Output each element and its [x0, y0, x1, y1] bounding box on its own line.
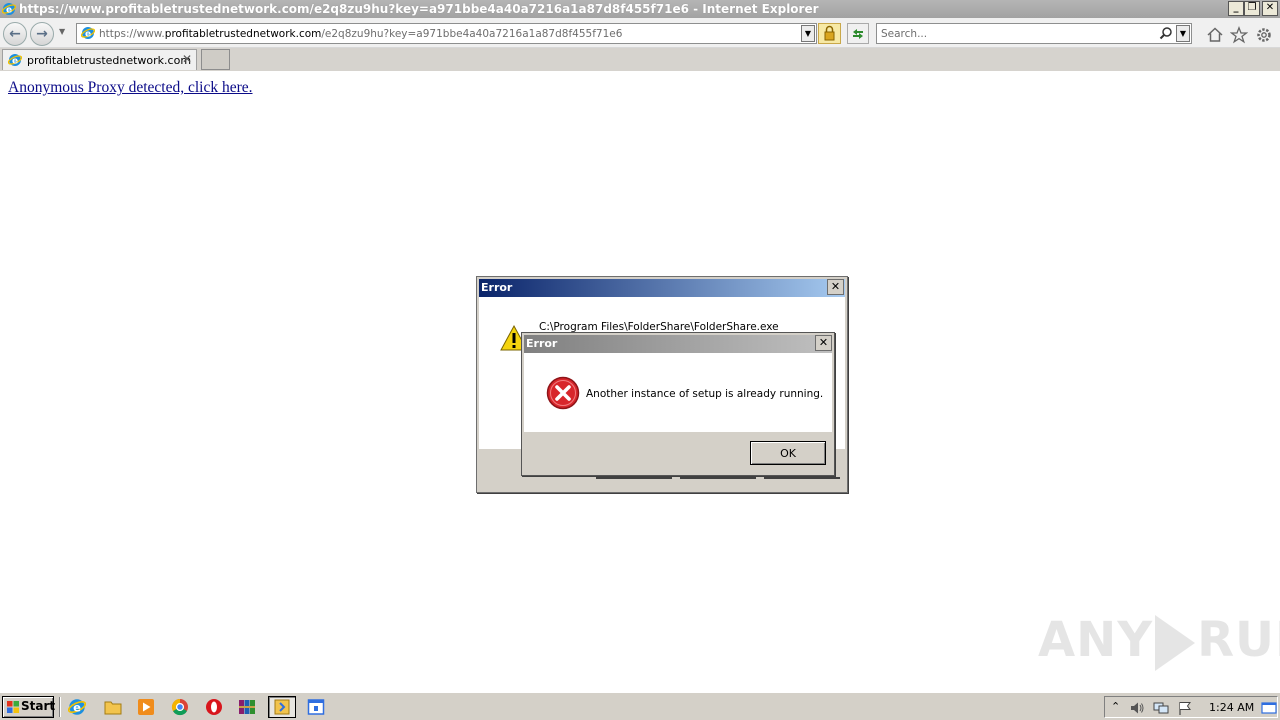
restore-button[interactable]: ❐ — [1244, 1, 1260, 16]
system-tray: ⌃ 1:24 AM — [1104, 696, 1278, 718]
dialog-body: Another instance of setup is already run… — [524, 353, 832, 432]
dialog-message: Another instance of setup is already run… — [586, 388, 824, 400]
search-placeholder: Search... — [881, 28, 928, 40]
volume-icon[interactable] — [1129, 700, 1145, 716]
error-dialog: Error ✕ Another instance of setup is alr… — [521, 332, 835, 476]
refresh-icon — [853, 29, 863, 39]
svg-text:e: e — [85, 30, 91, 40]
window-title: https://www.profitabletrustednetwork.com… — [19, 2, 819, 16]
tray-expand-icon[interactable]: ⌃ — [1111, 700, 1120, 713]
taskbar-media-player[interactable] — [132, 696, 160, 718]
back-arrow-icon: ← — [9, 26, 21, 42]
forward-arrow-icon: → — [36, 26, 48, 42]
tab-bar: e profitabletrustednetwork.com ✕ — [0, 48, 1280, 71]
taskbar-winrar[interactable] — [233, 696, 261, 718]
address-dropdown-button[interactable]: ▼ — [801, 25, 815, 42]
opera-icon — [206, 699, 222, 715]
dialog-back-title: Error — [479, 279, 845, 297]
watermark-left: ANY — [1038, 612, 1154, 668]
taskbar-separator — [59, 697, 61, 717]
folder-icon — [104, 701, 122, 715]
window-titlebar: e https://www.profitabletrustednetwork.c… — [0, 0, 1280, 18]
refresh-button[interactable] — [847, 23, 869, 44]
start-label: Start — [21, 699, 56, 713]
history-dropdown-icon[interactable]: ▼ — [59, 27, 65, 36]
media-player-icon — [138, 699, 154, 715]
taskbar: Start e ⌃ 1:24 AM — [0, 692, 1280, 720]
new-tab-button[interactable] — [201, 49, 230, 70]
forward-button[interactable]: → — [30, 22, 54, 46]
minimize-button[interactable]: _ — [1228, 1, 1244, 16]
tab-close-icon[interactable]: ✕ — [182, 52, 192, 66]
internet-explorer-icon: e — [2, 3, 16, 16]
dialog-title: Error — [524, 335, 832, 353]
close-window-button[interactable]: ✕ — [1262, 1, 1278, 16]
tab-active[interactable]: e profitabletrustednetwork.com ✕ — [2, 49, 197, 70]
page-ie-icon: e — [81, 27, 95, 40]
search-icon[interactable] — [1159, 26, 1173, 40]
taskbar-window[interactable] — [302, 696, 330, 718]
tab-ie-icon: e — [8, 54, 22, 67]
windows-flag-icon — [7, 701, 19, 713]
winrar-icon — [239, 700, 255, 714]
show-desktop-icon[interactable] — [1261, 700, 1277, 716]
dialog-close-button[interactable]: ✕ — [815, 335, 832, 351]
chrome-icon — [171, 698, 188, 716]
security-lock-button[interactable] — [818, 23, 841, 44]
svg-text:e: e — [12, 57, 18, 67]
gear-icon[interactable] — [1255, 26, 1273, 44]
svg-text:e: e — [73, 701, 81, 715]
clock: 1:24 AM — [1209, 701, 1255, 714]
taskbar-ie[interactable]: e — [63, 696, 91, 718]
action-center-flag-icon[interactable] — [1177, 700, 1193, 716]
url-domain: profitabletrustednetwork.com — [164, 28, 322, 40]
url-prefix: https://www. — [99, 28, 165, 40]
ok-button[interactable]: OK — [750, 441, 826, 465]
url-path: /e2q8zu9hu?key=a971bbe4a40a7216a1a87d8f4… — [321, 28, 623, 40]
proxy-detected-link[interactable]: Anonymous Proxy detected, click here. — [8, 79, 253, 97]
internet-explorer-icon: e — [68, 699, 86, 715]
network-icon[interactable] — [1153, 700, 1169, 716]
favorites-star-icon[interactable] — [1230, 26, 1248, 44]
taskbar-chrome[interactable] — [166, 696, 194, 718]
search-dropdown-button[interactable]: ▼ — [1176, 25, 1190, 42]
tab-label: profitabletrustednetwork.com — [27, 54, 192, 67]
taskbar-explorer[interactable] — [99, 696, 127, 718]
address-bar[interactable]: e https://www.profitabletrustednetwork.c… — [76, 23, 817, 44]
search-input[interactable]: Search... ▼ — [876, 23, 1192, 44]
address-url[interactable]: https://www.profitabletrustednetwork.com… — [99, 28, 622, 40]
dialog-back-close-button[interactable]: ✕ — [827, 279, 844, 295]
taskbar-setup-active[interactable] — [268, 696, 296, 718]
taskbar-opera[interactable] — [200, 696, 228, 718]
error-icon — [546, 376, 580, 410]
svg-text:e: e — [6, 6, 12, 16]
lock-icon — [824, 25, 835, 41]
start-button[interactable]: Start — [2, 696, 56, 718]
window-app-icon — [307, 699, 325, 715]
watermark-right: RUN — [1197, 612, 1280, 668]
watermark-play-icon — [1155, 615, 1196, 671]
anyrun-watermark: ANY RUN — [1038, 612, 1280, 671]
back-button[interactable]: ← — [3, 22, 27, 46]
home-icon[interactable] — [1206, 26, 1224, 44]
setup-icon — [274, 699, 290, 715]
